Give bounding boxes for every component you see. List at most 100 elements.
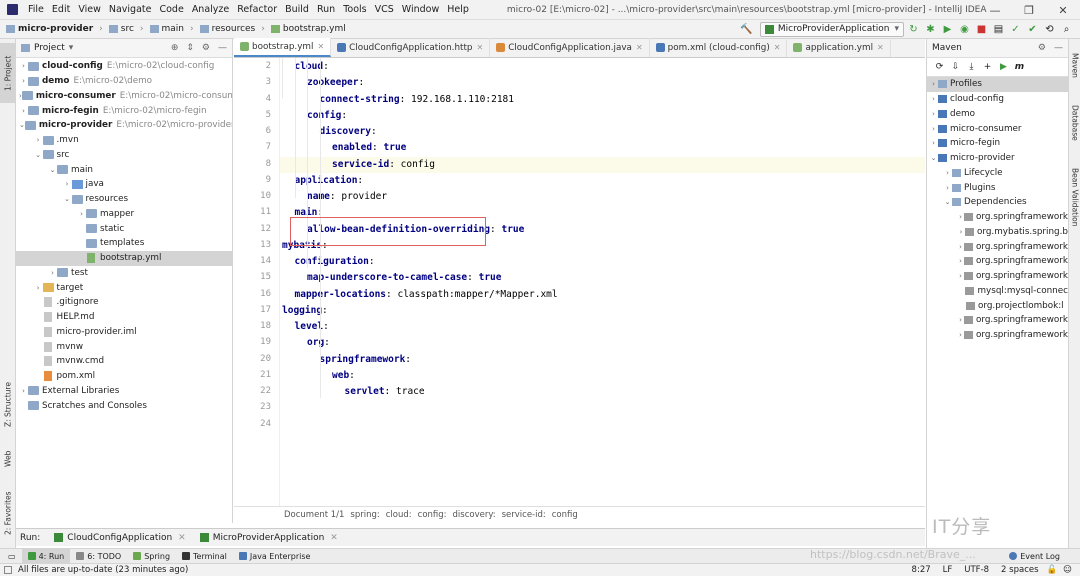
chevron-down-icon[interactable]: ▾ <box>69 43 74 53</box>
maven-tree-item[interactable]: › org.springframework <box>927 210 1068 225</box>
indent-setting[interactable]: 2 spaces <box>1001 565 1038 575</box>
tree-item[interactable]: ⌄ resources <box>16 192 232 207</box>
editor-breadcrumb-item[interactable]: service-id: <box>502 510 546 520</box>
chevron-down-icon[interactable]: ⌄ <box>929 154 938 162</box>
caret-position[interactable]: 8:27 <box>912 565 931 575</box>
chevron-right-icon[interactable]: › <box>34 284 43 292</box>
tree-item[interactable]: › mapper <box>16 207 232 222</box>
chevron-right-icon[interactable]: › <box>929 110 938 118</box>
structure-tool-tab[interactable]: Z: Structure <box>0 375 16 435</box>
bean-validation-tool-tab[interactable]: Bean Validation <box>1069 157 1080 237</box>
tool-window-terminal[interactable]: Terminal <box>176 549 233 564</box>
maven-tree-item[interactable]: › org.mybatis.spring.b <box>927 225 1068 240</box>
panel-toggle-icon[interactable]: ▭ <box>2 549 22 564</box>
tree-item[interactable]: › cloud-config E:\micro-02\cloud-config <box>16 59 232 74</box>
editor-breadcrumb-item[interactable]: config: <box>418 510 447 520</box>
chevron-down-icon[interactable]: ⌄ <box>943 198 952 206</box>
maven-tree-item[interactable]: › org.springframework <box>927 254 1068 269</box>
chevron-right-icon[interactable]: › <box>929 139 938 147</box>
file-encoding[interactable]: UTF-8 <box>964 565 989 575</box>
web-tool-tab[interactable]: Web <box>0 443 16 475</box>
tree-item[interactable]: Scratches and Consoles <box>16 398 232 413</box>
locate-icon[interactable]: ⊕ <box>171 43 179 53</box>
menu-item-edit[interactable]: Edit <box>48 4 74 15</box>
tree-item[interactable]: › .mvn <box>16 133 232 148</box>
close-icon[interactable]: ✕ <box>317 42 324 51</box>
tree-item[interactable]: › java <box>16 177 232 192</box>
breadcrumb-item[interactable]: main › <box>149 24 194 34</box>
chevron-right-icon[interactable]: › <box>957 243 964 251</box>
menu-item-tools[interactable]: Tools <box>339 4 370 15</box>
menu-item-analyze[interactable]: Analyze <box>188 4 233 15</box>
commit-icon[interactable]: ✔ <box>1025 22 1040 37</box>
generate-sources-icon[interactable]: ⇩ <box>948 60 963 75</box>
gear-icon[interactable]: ⚙ <box>202 43 210 53</box>
tree-item[interactable]: mvnw <box>16 339 232 354</box>
maven-tree-item[interactable]: › org.springframework <box>927 269 1068 284</box>
gear-icon[interactable]: ⚙ <box>1038 43 1046 53</box>
breadcrumb-item[interactable]: src › <box>108 24 144 34</box>
tree-item[interactable]: templates <box>16 236 232 251</box>
maximize-button[interactable]: ❐ <box>1012 0 1046 20</box>
chevron-right-icon[interactable]: › <box>957 316 964 324</box>
tree-item[interactable]: pom.xml <box>16 369 232 384</box>
close-icon[interactable]: ✕ <box>877 43 884 52</box>
menu-item-build[interactable]: Build <box>281 4 313 15</box>
maven-tree-item[interactable]: › Lifecycle <box>927 166 1068 181</box>
editor-breadcrumb-item[interactable]: spring: <box>350 510 379 520</box>
editor-breadcrumb-item[interactable]: discovery: <box>453 510 496 520</box>
maven-tree-item[interactable]: › org.springframework <box>927 328 1068 343</box>
chevron-right-icon[interactable]: › <box>957 213 964 221</box>
tree-item[interactable]: › target <box>16 280 232 295</box>
breadcrumb-item[interactable]: micro-provider › <box>6 24 103 34</box>
tree-item[interactable]: › External Libraries <box>16 384 232 399</box>
tree-item[interactable]: › micro-fegin E:\micro-02\micro-fegin <box>16 103 232 118</box>
code-area[interactable]: cloud: zookeeper: connect-string: 192.16… <box>280 58 925 506</box>
maven-tree-item[interactable]: › Plugins <box>927 180 1068 195</box>
chevron-right-icon[interactable]: › <box>19 77 28 85</box>
update-icon[interactable]: ✓ <box>1008 22 1023 37</box>
project-tool-tab[interactable]: 1: Project <box>0 43 16 103</box>
tree-item[interactable]: ⌄ main <box>16 162 232 177</box>
maven-tree-item[interactable]: ⌄ Dependencies <box>927 195 1068 210</box>
chevron-right-icon[interactable]: › <box>929 80 938 88</box>
chevron-down-icon[interactable]: ⌄ <box>48 166 57 174</box>
maven-goal-icon[interactable]: m <box>1012 60 1027 75</box>
maven-tree-item[interactable]: org.projectlombok:l <box>927 298 1068 313</box>
maven-tree-item[interactable]: › cloud-config <box>927 92 1068 107</box>
search-icon[interactable]: ⌕ <box>1059 22 1074 37</box>
close-icon[interactable]: ✕ <box>477 43 484 52</box>
inspector-icon[interactable]: ☺ <box>1063 565 1072 575</box>
minimize-button[interactable]: — <box>978 0 1012 20</box>
editor-breadcrumb-item[interactable]: config <box>552 510 578 520</box>
tree-item[interactable]: mvnw.cmd <box>16 354 232 369</box>
chevron-right-icon[interactable]: › <box>957 272 964 280</box>
editor-tab[interactable]: application.yml ✕ <box>787 38 891 57</box>
maven-tree-item[interactable]: mysql:mysql-connec <box>927 284 1068 299</box>
maven-tree-item[interactable]: › demo <box>927 107 1068 122</box>
breadcrumb-item[interactable]: bootstrap.yml <box>270 24 346 34</box>
menu-item-run[interactable]: Run <box>313 4 339 15</box>
collapse-all-icon[interactable]: ⇕ <box>186 43 194 53</box>
editor-tab[interactable]: bootstrap.yml ✕ <box>234 38 332 57</box>
hammer-build-icon[interactable]: 🔨 <box>739 22 754 37</box>
maven-tree-item[interactable]: › org.springframework <box>927 313 1068 328</box>
project-panel-title[interactable]: Project <box>34 43 65 53</box>
menu-item-code[interactable]: Code <box>155 4 187 15</box>
chevron-right-icon[interactable]: › <box>77 210 86 218</box>
close-icon[interactable]: ✕ <box>636 43 643 52</box>
database-tool-tab[interactable]: Database <box>1069 97 1080 149</box>
tree-item[interactable]: › test <box>16 266 232 281</box>
chevron-right-icon[interactable]: › <box>929 95 938 103</box>
maven-tree-item[interactable]: › org.springframework <box>927 239 1068 254</box>
menu-item-help[interactable]: Help <box>443 4 473 15</box>
tree-item[interactable]: micro-provider.iml <box>16 325 232 340</box>
tool-window-spring[interactable]: Spring <box>127 549 176 564</box>
menu-item-view[interactable]: View <box>74 4 105 15</box>
lock-icon[interactable]: 🔓 <box>1047 565 1058 575</box>
debug-icon[interactable]: ✱ <box>923 22 938 37</box>
run-configuration-select[interactable]: MicroProviderApplication ▾ <box>759 21 904 37</box>
tree-item[interactable]: HELP.md <box>16 310 232 325</box>
chevron-right-icon[interactable]: › <box>943 184 952 192</box>
rerun-icon[interactable]: ↻ <box>906 22 921 37</box>
